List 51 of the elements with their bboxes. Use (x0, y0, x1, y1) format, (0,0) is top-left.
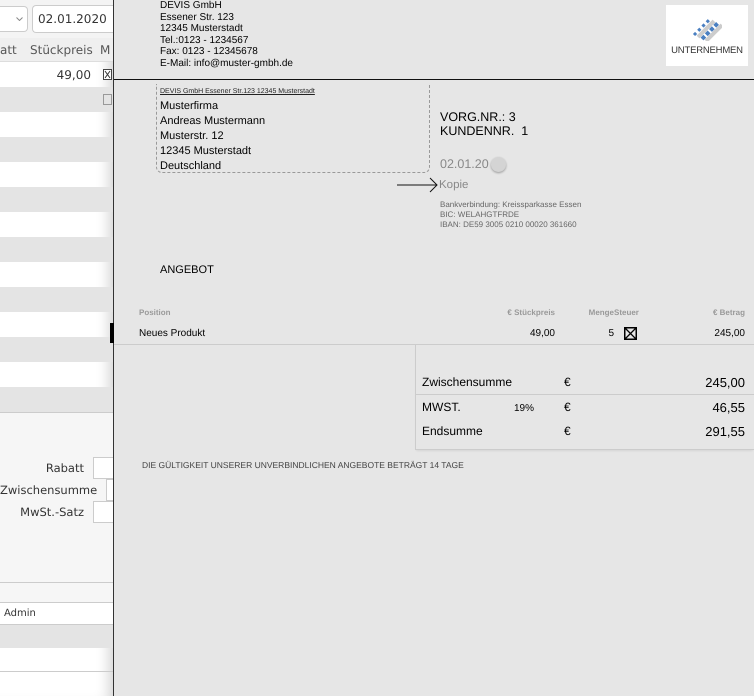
recipient-address: Musterfirma Andreas Mustermann Musterstr. 12 12345 Musterstadt Deutschland (160, 99, 266, 174)
copy-label: Kopie (439, 179, 468, 191)
date-field[interactable]: 02.01.2020 (32, 5, 113, 33)
tax-rate: 19% (514, 403, 534, 414)
company-address: DEVIS GmbH Essener Str. 123 12345 Musterstadt Tel.:0123 - 1234567 Fax: 0123 - 12345678 E-Mail: info@muster-gmbh.de (159, 0, 293, 71)
field-label: Zwischensumme (0, 483, 98, 497)
field-label: Rabatt (46, 461, 84, 475)
total-label: MWST. (422, 400, 462, 414)
logo: UNTERNEHMEN (666, 5, 748, 66)
table-cell: 49,00 (56, 68, 91, 82)
input-field[interactable] (93, 501, 113, 523)
field-label: MwSt.-Satz (20, 505, 84, 519)
arrow-icon (397, 176, 439, 194)
column-header: M (99, 42, 112, 56)
column-header: Position (139, 308, 172, 316)
checkbox[interactable] (103, 94, 112, 105)
table-cell-text: 5 (607, 328, 614, 338)
column-header: € Stückpreis (506, 308, 555, 316)
total-value: 291,55 (704, 424, 745, 438)
column-header: Menge (588, 308, 614, 316)
cursor-knob (490, 156, 506, 172)
table-cell-text: 49,00 (528, 328, 555, 338)
dropdown[interactable] (0, 6, 28, 32)
currency-symbol: € (564, 424, 572, 438)
total-value: 245,00 (704, 374, 745, 390)
caret-icon (16, 17, 23, 21)
table-cell-text: Neues Produkt (139, 328, 206, 338)
currency-symbol: € (564, 375, 572, 389)
total-label: Zwischensumme (422, 375, 514, 389)
bank-details: Bankverbindung: Kreissparkasse Essen BIC: WELAHGTFRDE IBAN: DE59 3005 0210 00020 361660 (440, 200, 582, 230)
row-marker (110, 323, 114, 343)
table-row[interactable] (0, 87, 113, 112)
input-field[interactable] (106, 479, 113, 501)
user-cell: Admin (0, 602, 113, 625)
checkbox[interactable] (624, 326, 637, 340)
column-header: Steuer (614, 308, 640, 316)
checkbox[interactable] (103, 69, 112, 80)
input-field[interactable] (93, 457, 113, 479)
column-header: att (0, 42, 18, 56)
total-value: 46,55 (711, 400, 745, 414)
table-row[interactable]: 49,00 (0, 62, 113, 87)
column-header: Stückpreis (30, 42, 92, 56)
reference-number: KUNDENNR. 1 (440, 124, 530, 138)
total-label: Endsumme (422, 424, 484, 438)
currency-symbol: € (564, 400, 572, 414)
column-header: € Betrag (712, 308, 745, 316)
validity-note: DIE GÜLTIGKEIT UNSERER UNVERBINDLICHEN ANGEBOTE BETRÄGT 14 TAGE (142, 460, 465, 470)
document-date: 02.01.20 (440, 157, 489, 171)
document-title: ANGEBOT (160, 264, 215, 276)
reference-number: VORG.NR.: 3 (440, 110, 517, 124)
table-cell-text: 245,00 (713, 328, 745, 338)
